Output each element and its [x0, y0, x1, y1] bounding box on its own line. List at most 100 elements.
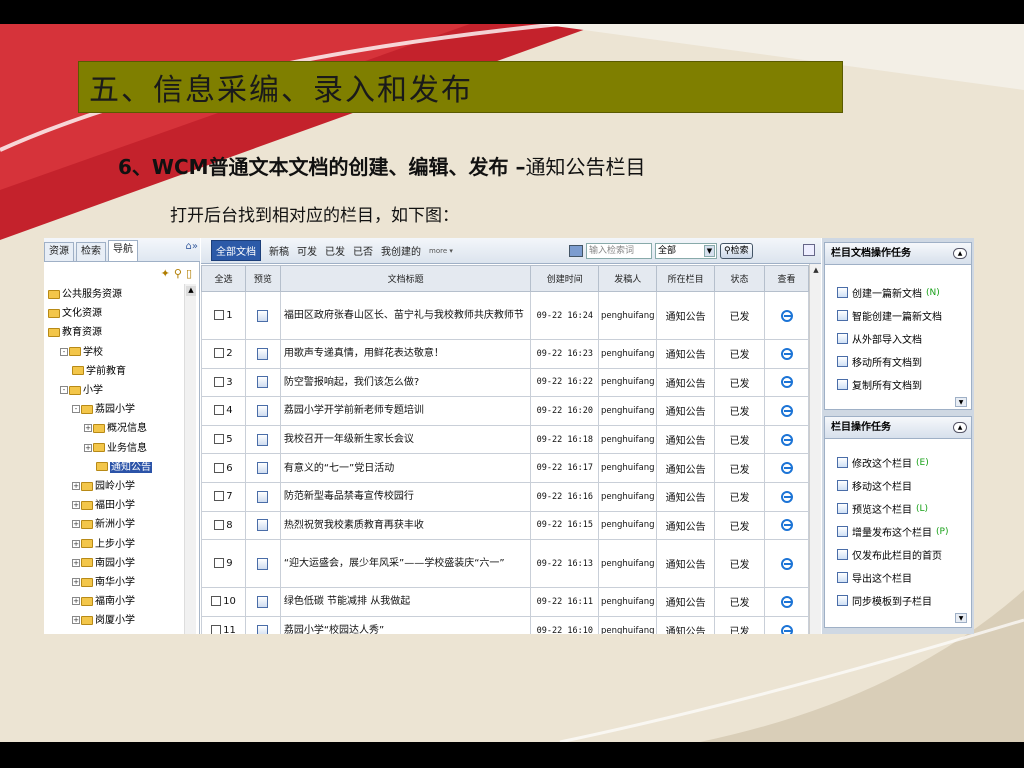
tree-node[interactable]: - 荔园小学 [72, 403, 135, 417]
row-title[interactable]: 防空警报响起，我们该怎么做? [279, 367, 532, 398]
row-checkbox[interactable] [214, 462, 225, 473]
tree-node[interactable]: 教育资源 [48, 326, 102, 340]
tree-node[interactable]: + 南园小学 [72, 557, 135, 571]
table-row[interactable]: 3 防空警报响起，我们该怎么做? 09-22 16:22 penghuifang 通知公… [201, 367, 809, 398]
tab-navigation[interactable]: 导航 [108, 240, 138, 261]
expand-icon[interactable]: + [72, 520, 80, 529]
browser-view-icon[interactable] [780, 624, 793, 634]
row-checkbox[interactable] [214, 558, 225, 569]
preview-icon[interactable] [257, 624, 269, 634]
table-row[interactable]: 9 “迎大运盛会，展少年风采”——学校盛装庆“六一” 09-22 16:13 peng… [201, 539, 809, 589]
tree-node[interactable]: 学前教育 [72, 365, 126, 379]
table-row[interactable]: 2 用歌声专递真情，用鲜花表达敬意！ 09-22 16:23 penghuifang 通… [201, 339, 809, 369]
row-view[interactable] [764, 291, 809, 340]
export-icon[interactable]: ▯ [186, 267, 192, 280]
browser-view-icon[interactable] [780, 433, 793, 446]
row-title[interactable]: 用歌声专递真情，用鲜花表达敬意！ [279, 339, 532, 369]
tree-node[interactable]: + 上步小学 [72, 538, 135, 552]
tree-node[interactable]: 通知公告 [96, 461, 152, 475]
row-title[interactable]: 荔园小学开学前新老师专题培训 [279, 396, 532, 426]
row-select[interactable]: 9 [201, 539, 246, 589]
expand-icon[interactable]: + [72, 597, 80, 606]
browser-view-icon[interactable] [780, 309, 793, 322]
table-scrollbar[interactable]: ▲ [809, 264, 821, 634]
row-select[interactable]: 11 [201, 615, 246, 634]
tree-node[interactable]: + 园岭小学 [72, 480, 135, 494]
tab-resources[interactable]: 资源 [44, 242, 74, 261]
row-checkbox[interactable] [214, 310, 225, 320]
row-preview[interactable] [244, 481, 281, 512]
table-row[interactable]: 10 绿色低碳 节能减排 从我做起 09-22 16:11 penghuifang 通知… [201, 587, 809, 617]
tree-node[interactable]: - 学校 [60, 346, 103, 360]
tree-node[interactable]: 文化资源 [48, 307, 102, 321]
browser-view-icon[interactable] [780, 376, 793, 389]
row-view[interactable] [764, 510, 809, 541]
search-scope-select[interactable]: 全部 ▼ [655, 243, 717, 259]
task-item[interactable]: 修改这个栏目 (E) [837, 455, 929, 470]
search-input[interactable]: 输入检索词 [586, 243, 652, 259]
row-view[interactable] [764, 367, 809, 398]
col-select-all[interactable]: 全选 [201, 265, 246, 292]
row-checkbox[interactable] [214, 376, 225, 387]
expand-icon[interactable]: + [72, 578, 80, 586]
row-preview[interactable] [244, 539, 281, 589]
row-view[interactable] [764, 615, 809, 634]
row-view[interactable] [764, 587, 809, 617]
tree-node[interactable]: + 概况信息 [84, 422, 147, 436]
preview-icon[interactable] [257, 309, 269, 322]
doc-tasks-scroll-down[interactable]: ▼ [955, 397, 967, 407]
row-select[interactable]: 3 [201, 367, 246, 398]
collapse-icon[interactable]: ▲ [953, 248, 967, 259]
expand-icon[interactable]: + [72, 539, 80, 548]
preview-icon[interactable] [257, 433, 269, 446]
table-row[interactable]: 1 福田区政府张春山区长、苗宁礼与我校教师共庆教师节 09-22 16:24 peng… [201, 291, 809, 340]
col-author[interactable]: 发稿人 [598, 265, 658, 292]
window-icon[interactable] [803, 244, 815, 256]
row-preview[interactable] [244, 339, 281, 369]
row-select[interactable]: 8 [201, 510, 246, 541]
filter-rejected[interactable]: 已否 [353, 243, 373, 258]
task-item[interactable]: 仅发布此栏目的首页 [837, 547, 946, 562]
tree-scrollbar[interactable]: ▲ [184, 284, 196, 634]
home-icon[interactable]: ⌂» [186, 241, 198, 252]
preview-icon[interactable] [257, 347, 269, 360]
row-view[interactable] [764, 453, 809, 483]
filter-new[interactable]: 新稿 [269, 243, 289, 258]
filter-publishable[interactable]: 可发 [297, 243, 317, 258]
browser-view-icon[interactable] [780, 462, 793, 475]
table-row[interactable]: 5 我校召开一年级新生家长会议 09-22 16:18 penghuifang 通知公告… [201, 424, 809, 455]
task-item[interactable]: 复制所有文档到 [837, 377, 926, 392]
more-filters[interactable]: more ▾ [429, 247, 453, 255]
preview-icon[interactable] [257, 490, 269, 503]
row-checkbox[interactable] [214, 434, 225, 445]
row-title[interactable]: 我校召开一年级新生家长会议 [279, 424, 532, 455]
row-title[interactable]: “迎大运盛会，展少年风采”——学校盛装庆“六一” [279, 539, 532, 589]
browser-view-icon[interactable] [780, 519, 793, 532]
expand-icon[interactable]: + [84, 443, 92, 452]
row-view[interactable] [764, 539, 809, 589]
expand-icon[interactable]: + [72, 558, 80, 567]
search-button[interactable]: ⚲检索 [720, 243, 753, 259]
row-title[interactable]: 荔园小学“校园达人秀” [279, 615, 532, 634]
row-checkbox[interactable] [214, 491, 225, 502]
task-item[interactable]: 创建一篇新文档 (N) [837, 285, 940, 300]
preview-icon[interactable] [257, 557, 269, 570]
expand-icon[interactable]: + [72, 501, 80, 510]
tree-node[interactable]: - 小学 [60, 384, 103, 398]
search-icon[interactable]: ⚲ [174, 267, 182, 280]
collapse-icon[interactable]: - [60, 386, 68, 394]
row-preview[interactable] [244, 424, 281, 455]
row-title[interactable]: 福田区政府张春山区长、苗宁礼与我校教师共庆教师节 [279, 291, 532, 340]
row-select[interactable]: 2 [201, 339, 246, 369]
row-view[interactable] [764, 339, 809, 369]
row-checkbox[interactable] [214, 348, 225, 359]
row-title[interactable]: 热烈祝贺我校素质教育再获丰收 [279, 510, 532, 541]
row-preview[interactable] [244, 396, 281, 426]
task-item[interactable]: 智能创建一篇新文档 [837, 308, 946, 323]
preview-icon[interactable] [257, 595, 269, 608]
row-select[interactable]: 7 [201, 481, 246, 512]
row-preview[interactable] [244, 510, 281, 541]
collapse-icon[interactable]: ▲ [953, 422, 967, 433]
expand-icon[interactable]: + [84, 424, 92, 433]
browser-view-icon[interactable] [780, 347, 793, 360]
